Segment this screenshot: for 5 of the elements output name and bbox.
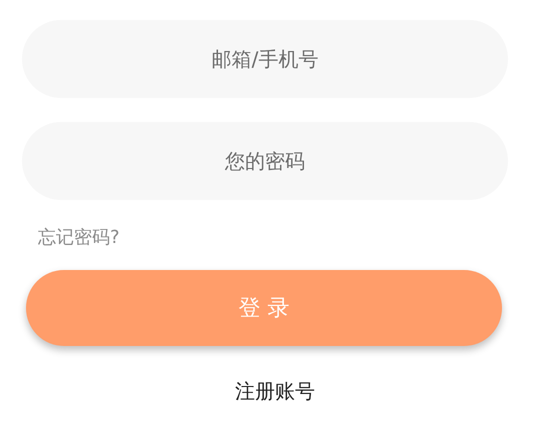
input-field[interactable]: 邮箱/手机号 bbox=[22, 20, 508, 98]
login-button[interactable]: 登 录 bbox=[26, 270, 502, 346]
forgot-password-link[interactable]: 忘记密码? bbox=[38, 224, 120, 252]
input-field[interactable]: 您的密码 bbox=[22, 122, 508, 200]
register-link[interactable]: 注册账号 bbox=[235, 378, 315, 405]
